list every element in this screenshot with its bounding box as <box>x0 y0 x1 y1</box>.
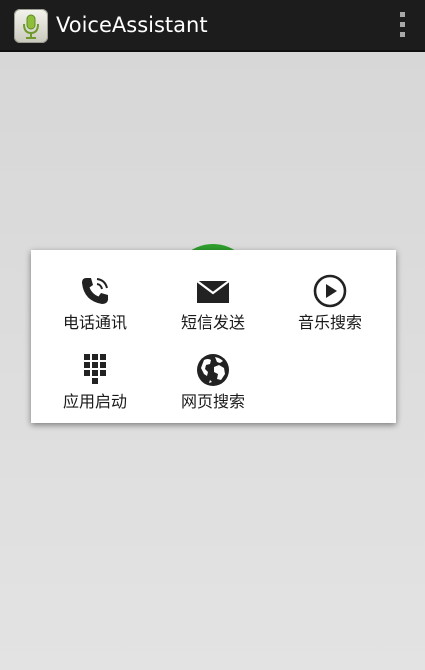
app-title: VoiceAssistant <box>56 13 208 37</box>
command-menu-popup: 电话通讯 短信发送 音乐搜索 应用启动 网页搜索 <box>31 250 396 423</box>
menu-item-phone[interactable]: 电话通讯 <box>36 260 154 334</box>
menu-item-label: 短信发送 <box>180 313 245 332</box>
menu-item-label: 应用启动 <box>62 392 127 411</box>
action-bar: VoiceAssistant <box>0 0 425 52</box>
microphone-icon[interactable] <box>14 9 48 43</box>
overflow-menu-icon[interactable] <box>397 11 407 39</box>
phone-icon <box>78 274 112 308</box>
menu-item-label: 音乐搜索 <box>297 313 362 332</box>
menu-item-web-search[interactable]: 网页搜索 <box>154 339 272 413</box>
menu-item-label: 电话通讯 <box>62 313 127 332</box>
play-icon <box>313 274 347 308</box>
envelope-icon <box>196 274 230 308</box>
menu-item-app-launch[interactable]: 应用启动 <box>36 339 154 413</box>
menu-item-sms[interactable]: 短信发送 <box>154 260 272 334</box>
app-grid-icon <box>78 353 112 387</box>
menu-item-label: 网页搜索 <box>180 392 245 411</box>
menu-item-music[interactable]: 音乐搜索 <box>271 260 389 334</box>
globe-icon <box>196 353 230 387</box>
